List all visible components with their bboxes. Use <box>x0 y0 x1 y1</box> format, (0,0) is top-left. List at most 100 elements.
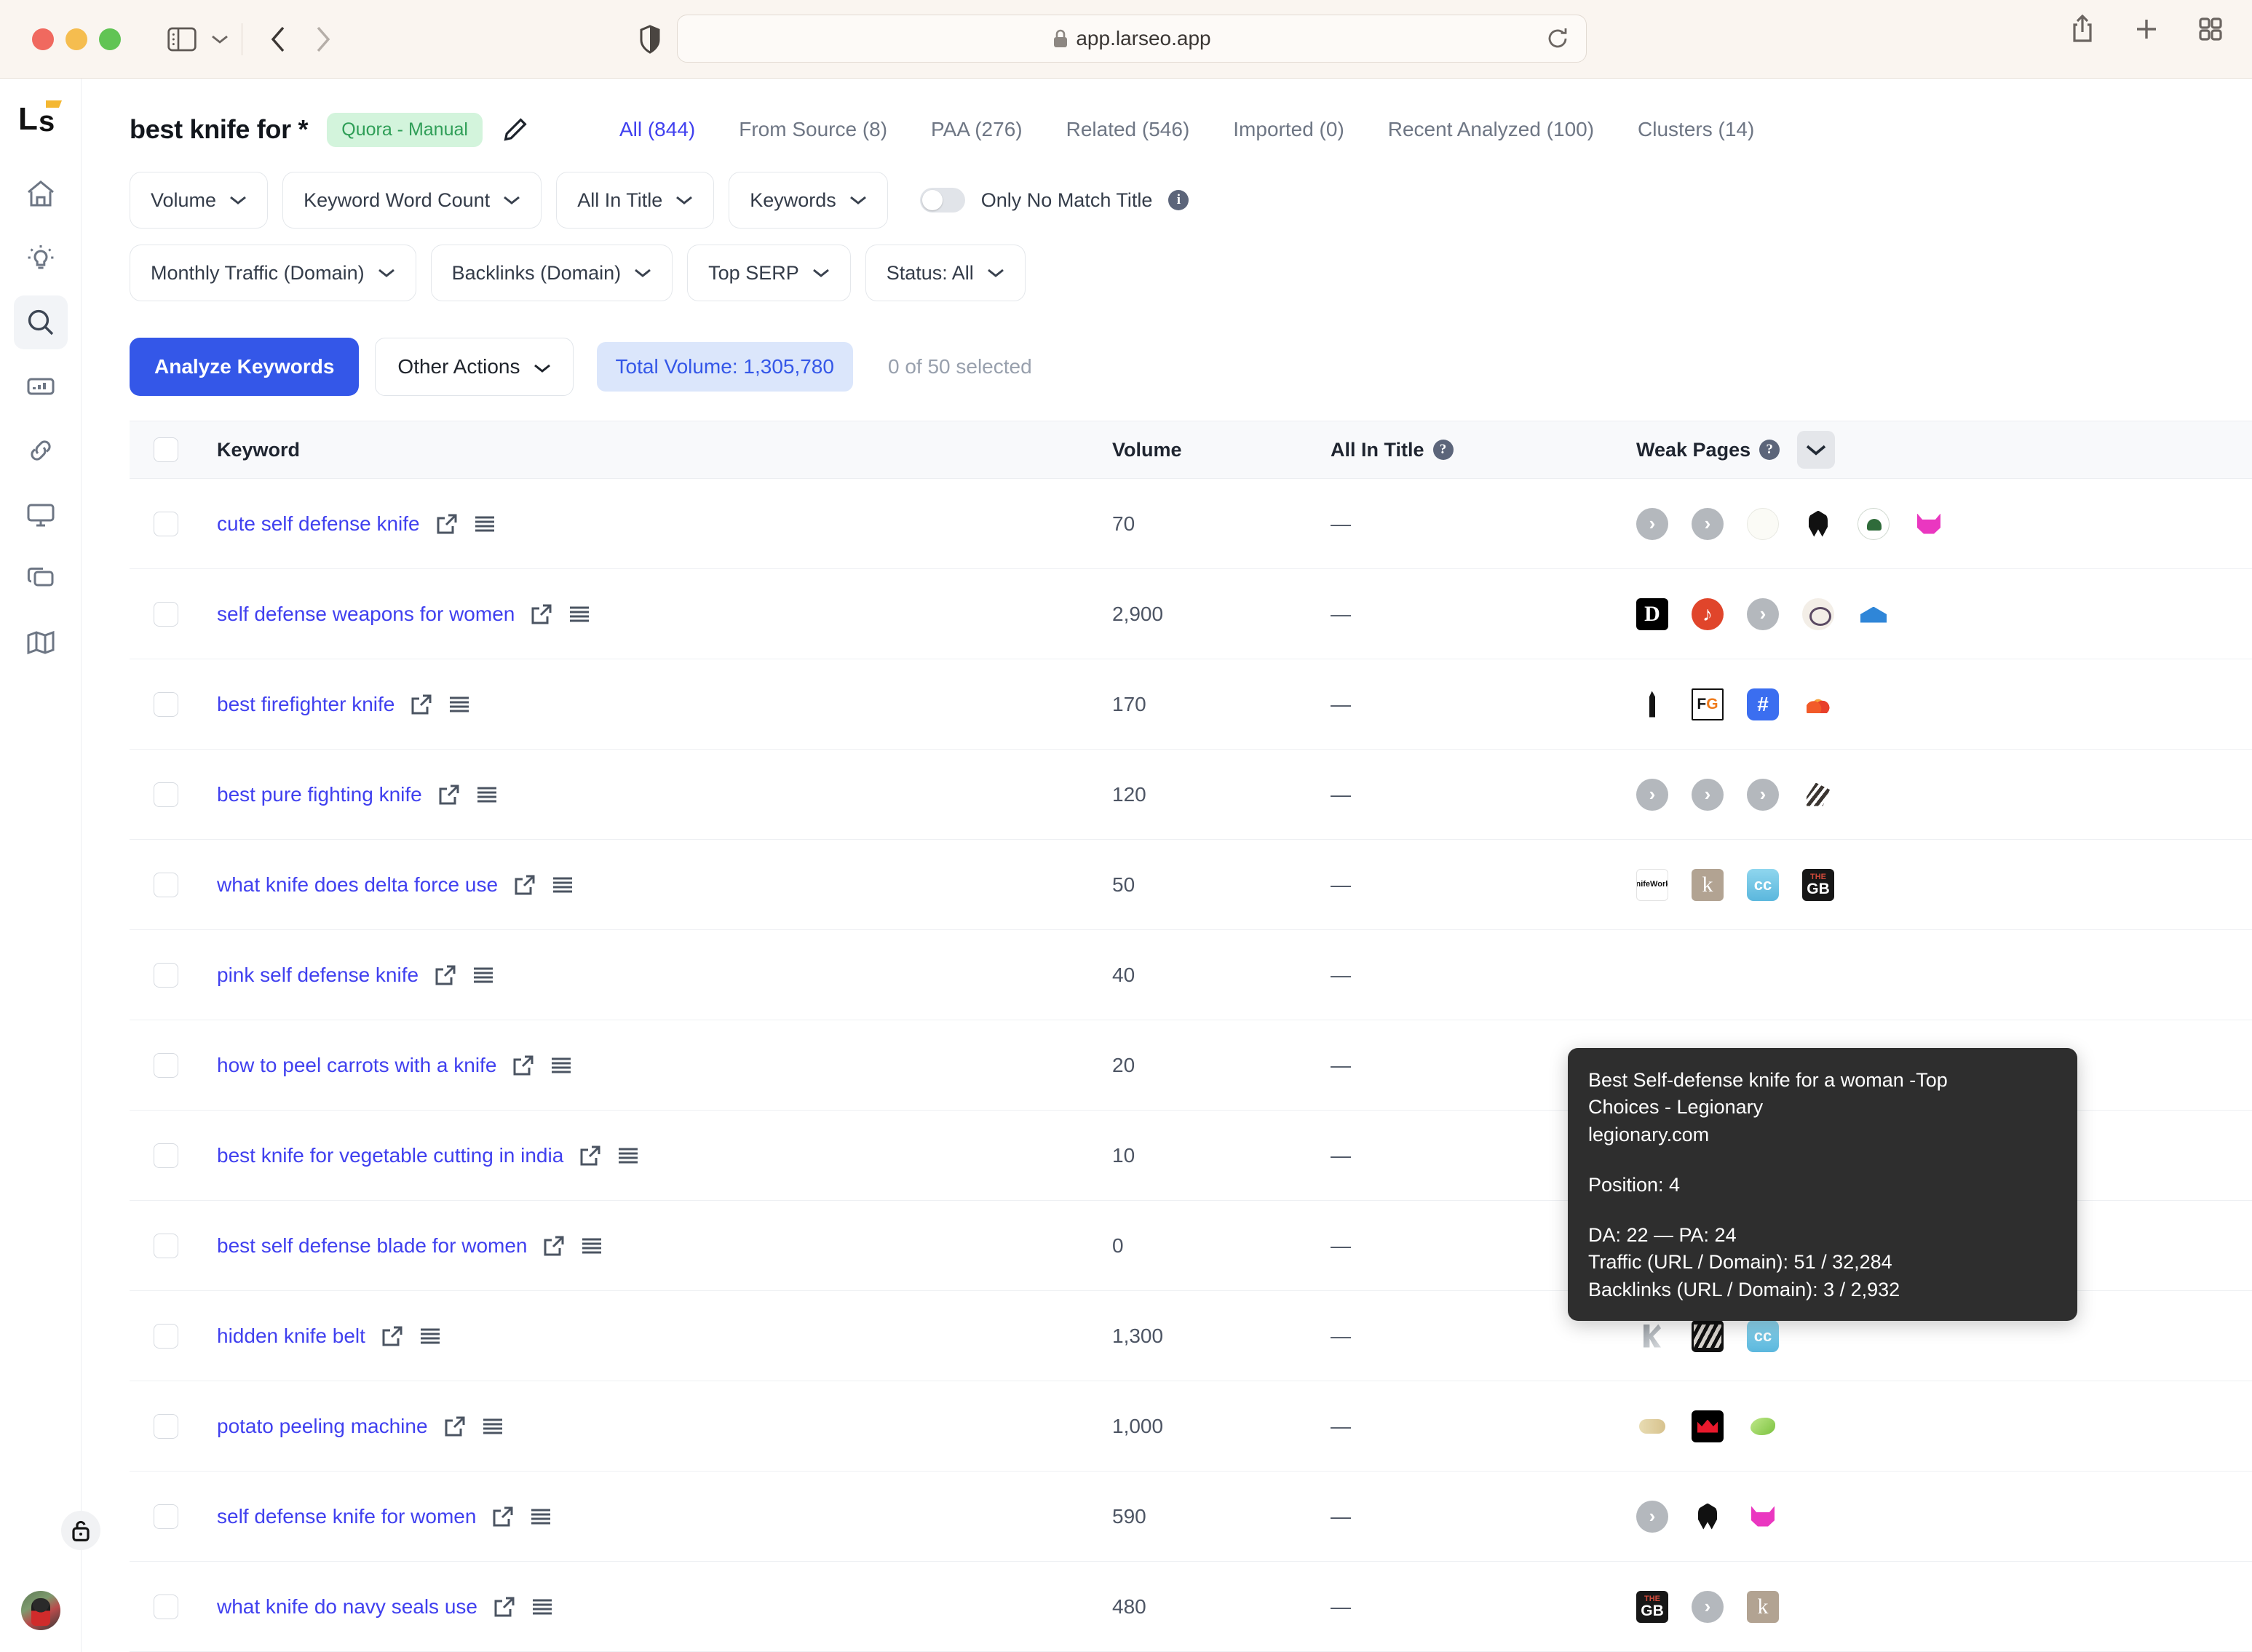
external-link-icon[interactable] <box>444 1415 466 1437</box>
weak-page-favicon[interactable] <box>1692 1410 1724 1442</box>
column-header-volume[interactable]: Volume <box>1112 439 1331 461</box>
help-icon[interactable]: ? <box>1759 440 1780 460</box>
row-select-cell[interactable] <box>130 872 202 897</box>
minimize-window-button[interactable] <box>66 28 87 50</box>
close-window-button[interactable] <box>32 28 54 50</box>
row-checkbox[interactable] <box>154 691 178 717</box>
external-link-icon[interactable] <box>493 1596 515 1618</box>
analyze-keywords-button[interactable]: Analyze Keywords <box>130 338 360 396</box>
row-checkbox[interactable] <box>154 1233 178 1258</box>
weak-page-favicon[interactable] <box>1636 1319 1668 1352</box>
keyword-link[interactable]: best pure fighting knife <box>217 783 422 806</box>
sidebar-item-home[interactable] <box>14 167 68 221</box>
sidebar-item-ideas[interactable] <box>14 231 68 285</box>
tab-imported[interactable]: Imported (0) <box>1211 118 1366 141</box>
table-row[interactable]: what knife does delta force use 50 — Kni… <box>130 840 2252 930</box>
list-menu-icon[interactable] <box>568 605 590 624</box>
weak-page-favicon[interactable] <box>1747 507 1779 540</box>
sidebar-item-analytics[interactable] <box>14 360 68 413</box>
filter-status[interactable]: Status: All <box>865 245 1026 301</box>
row-checkbox[interactable] <box>154 1594 178 1619</box>
weak-page-favicon[interactable] <box>1692 1319 1724 1352</box>
row-select-cell[interactable] <box>130 691 202 717</box>
column-header-weak-pages[interactable]: Weak Pages ? <box>1636 431 2252 469</box>
keyword-link[interactable]: best knife for vegetable cutting in indi… <box>217 1144 563 1167</box>
keyword-link[interactable]: pink self defense knife <box>217 964 419 987</box>
external-link-icon[interactable] <box>492 1506 514 1528</box>
list-menu-icon[interactable] <box>482 1417 504 1436</box>
keyword-link[interactable]: best self defense blade for women <box>217 1234 527 1258</box>
weak-page-favicon[interactable] <box>1913 507 1945 540</box>
row-checkbox[interactable] <box>154 1323 178 1349</box>
keyword-link[interactable]: cute self defense knife <box>217 512 420 536</box>
tab-from-source[interactable]: From Source (8) <box>717 118 909 141</box>
sidebar-toggle-icon[interactable] <box>167 27 197 52</box>
column-header-all-in-title[interactable]: All In Title ? <box>1331 439 1636 461</box>
weak-page-favicon[interactable] <box>1802 507 1834 540</box>
table-row[interactable]: best firefighter knife 170 — F G # <box>130 659 2252 750</box>
weak-page-favicon[interactable]: k <box>1747 1590 1779 1623</box>
external-link-icon[interactable] <box>435 964 456 986</box>
table-row[interactable]: potato peeling machine 1,000 — <box>130 1381 2252 1472</box>
select-all-checkbox[interactable] <box>154 437 178 462</box>
sidebar-item-projects[interactable] <box>14 552 68 605</box>
external-link-icon[interactable] <box>438 784 460 806</box>
row-select-cell[interactable] <box>130 601 202 627</box>
weak-page-favicon[interactable] <box>1636 1410 1668 1442</box>
row-checkbox[interactable] <box>154 872 178 897</box>
row-select-cell[interactable] <box>130 1594 202 1619</box>
select-all-cell[interactable] <box>130 437 202 462</box>
weak-page-favicon[interactable]: › <box>1692 778 1724 811</box>
row-select-cell[interactable] <box>130 1052 202 1078</box>
pencil-icon[interactable] <box>503 117 528 142</box>
weak-page-favicon[interactable]: KnifeWorks <box>1636 868 1668 901</box>
weak-page-favicon[interactable] <box>1747 1500 1779 1533</box>
external-link-icon[interactable] <box>381 1325 403 1347</box>
tab-all[interactable]: All (844) <box>598 118 717 141</box>
row-checkbox[interactable] <box>154 511 178 536</box>
sidebar-item-content-map[interactable] <box>14 616 68 670</box>
list-menu-icon[interactable] <box>550 1056 572 1075</box>
chevron-down-icon[interactable] <box>211 33 229 45</box>
keyword-link[interactable]: self defense weapons for women <box>217 603 515 626</box>
sidebar-item-backlinks[interactable] <box>14 424 68 477</box>
filter-all-in-title[interactable]: All In Title <box>556 172 715 229</box>
keyword-link[interactable]: potato peeling machine <box>217 1415 428 1438</box>
keyword-link[interactable]: what knife does delta force use <box>217 873 498 897</box>
app-logo[interactable]: L s <box>17 98 65 138</box>
weak-page-favicon[interactable] <box>1802 597 1834 630</box>
keyword-link[interactable]: best firefighter knife <box>217 693 395 716</box>
weak-page-favicon[interactable]: › <box>1692 507 1724 540</box>
tab-related[interactable]: Related (546) <box>1044 118 1212 141</box>
external-link-icon[interactable] <box>514 874 536 896</box>
row-checkbox[interactable] <box>154 601 178 627</box>
external-link-icon[interactable] <box>512 1055 534 1076</box>
only-no-match-title-toggle[interactable] <box>919 188 965 213</box>
address-bar[interactable]: app.larseo.app <box>677 15 1587 63</box>
weak-page-favicon[interactable]: › <box>1636 1500 1668 1533</box>
list-menu-icon[interactable] <box>474 515 496 533</box>
weak-page-favicon[interactable]: cc <box>1747 1319 1779 1352</box>
list-menu-icon[interactable] <box>530 1507 552 1526</box>
row-select-cell[interactable] <box>130 962 202 988</box>
row-select-cell[interactable] <box>130 782 202 807</box>
row-checkbox[interactable] <box>154 962 178 988</box>
table-row[interactable]: self defense weapons for women 2,900 — D… <box>130 569 2252 659</box>
external-link-icon[interactable] <box>543 1235 565 1257</box>
weak-page-favicon[interactable]: › <box>1636 507 1668 540</box>
weak-page-favicon[interactable]: THE GB <box>1636 1590 1668 1623</box>
tab-paa[interactable]: PAA (276) <box>909 118 1044 141</box>
filter-keyword-word-count[interactable]: Keyword Word Count <box>282 172 542 229</box>
zoom-window-button[interactable] <box>99 28 121 50</box>
list-menu-icon[interactable] <box>472 966 494 985</box>
list-menu-icon[interactable] <box>448 695 470 714</box>
shield-icon[interactable] <box>638 24 662 54</box>
plus-icon[interactable] <box>2134 17 2159 41</box>
table-row[interactable]: best pure fighting knife 120 — › › › <box>130 750 2252 840</box>
external-link-icon[interactable] <box>579 1145 601 1167</box>
keyword-link[interactable]: hidden knife belt <box>217 1325 365 1348</box>
keyword-link[interactable]: self defense knife for women <box>217 1505 476 1528</box>
weak-page-favicon[interactable] <box>1857 507 1890 540</box>
row-checkbox[interactable] <box>154 782 178 807</box>
help-icon[interactable]: ? <box>1432 440 1454 460</box>
